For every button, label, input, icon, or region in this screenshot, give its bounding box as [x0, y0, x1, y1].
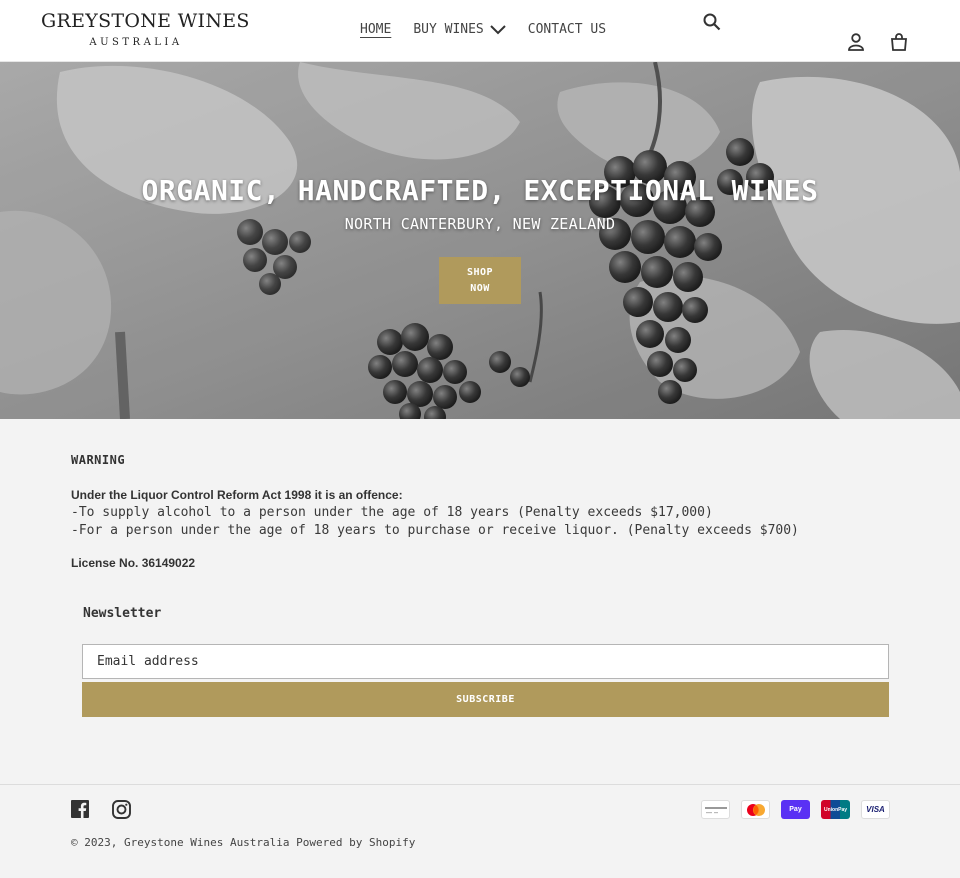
law-line: -For a person under the age of 18 years …: [71, 523, 799, 538]
site-header: GREYSTONE WINES AUSTRALIA HOME BUY WINES…: [0, 0, 960, 62]
visa-icon: VISA: [861, 800, 890, 819]
mastercard-icon: [741, 800, 770, 819]
logo-sub-text: AUSTRALIA: [89, 37, 183, 48]
shop-now-label-line1: SHOP: [466, 266, 494, 278]
nav-contact-us-label: CONTACT US: [527, 22, 607, 37]
logo-main-text: GREYSTONE WINES: [41, 10, 250, 32]
copyright: © 2023, Greystone Wines Australia Powere…: [71, 836, 415, 849]
main-nav: HOME BUY WINES CONTACT US: [360, 22, 606, 37]
account-button[interactable]: [845, 31, 867, 53]
shop-now-button[interactable]: SHOP NOW: [439, 257, 521, 304]
nav-buy-wines-label: BUY WINES: [413, 22, 484, 37]
unionpay-icon: UnionPay: [821, 800, 850, 819]
facebook-link[interactable]: [71, 800, 91, 820]
hero-subtitle: NORTH CANTERBURY, NEW ZEALAND: [344, 215, 616, 233]
generic-card-icon: [701, 800, 730, 819]
hero-background-image: [0, 62, 960, 419]
nav-contact-us[interactable]: CONTACT US: [528, 22, 606, 37]
subscribe-button[interactable]: SUBSCRIBE: [82, 682, 889, 717]
unionpay-label: UnionPay: [823, 806, 848, 813]
chevron-down-icon: [490, 24, 506, 34]
visa-label: VISA: [866, 805, 885, 814]
nav-buy-wines[interactable]: BUY WINES: [413, 22, 506, 37]
shop-pay-label: Pay: [789, 806, 802, 813]
account-icon: [848, 33, 864, 51]
nav-home[interactable]: HOME: [360, 22, 391, 37]
search-button[interactable]: [701, 11, 723, 33]
instagram-icon: [112, 800, 131, 819]
email-input[interactable]: [82, 644, 889, 679]
nav-home-label: HOME: [360, 22, 392, 37]
shop-pay-icon: Pay: [781, 800, 810, 819]
powered-by-text[interactable]: Powered by Shopify: [296, 836, 415, 849]
license-number: License No. 36149022: [71, 556, 196, 570]
newsletter-title: Newsletter: [83, 606, 162, 621]
search-icon: [703, 13, 721, 31]
warning-title: WARNING: [71, 453, 126, 467]
logo[interactable]: GREYSTONE WINES AUSTRALIA: [41, 10, 250, 48]
hero-title: ORGANIC, HANDCRAFTED, EXCEPTIONAL WINES: [141, 174, 819, 207]
shop-now-label-line2: NOW: [470, 282, 490, 294]
footer-divider: [0, 784, 960, 785]
law-line: -To supply alcohol to a person under the…: [71, 505, 713, 520]
copyright-text[interactable]: © 2023, Greystone Wines Australia: [71, 836, 290, 849]
facebook-icon: [71, 800, 89, 818]
instagram-link[interactable]: [112, 800, 132, 820]
law-heading: Under the Liquor Control Reform Act 1998…: [71, 488, 403, 502]
cart-icon: [891, 33, 907, 51]
cart-button[interactable]: [888, 31, 910, 53]
hero-banner: ORGANIC, HANDCRAFTED, EXCEPTIONAL WINES …: [0, 62, 960, 419]
